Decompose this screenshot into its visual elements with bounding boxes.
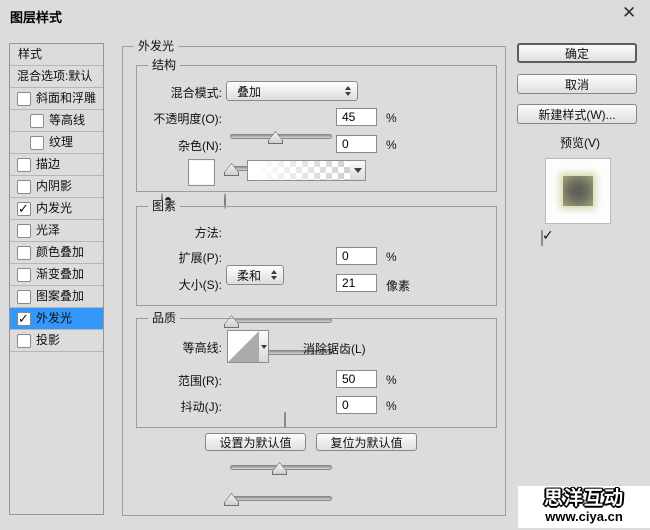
contour-picker[interactable]: [227, 330, 260, 363]
sidebar-item-bevel-emboss[interactable]: 斜面和浮雕: [10, 88, 103, 110]
watermark: 思洋互动 www.ciya.cn: [518, 486, 650, 528]
opacity-input[interactable]: [336, 108, 377, 126]
chevron-down-icon: [261, 345, 267, 349]
elements-legend: 图素: [148, 200, 180, 213]
checkbox-checked[interactable]: [17, 312, 31, 326]
gradient-dropdown-arrow[interactable]: [350, 160, 366, 181]
watermark-brand: 思洋互动: [518, 487, 650, 510]
panel-legend: 外发光: [134, 40, 178, 53]
antialias-label: 消除锯齿(L): [303, 340, 366, 357]
checkbox[interactable]: [30, 136, 44, 150]
jitter-input[interactable]: [336, 396, 377, 414]
preview-checkbox[interactable]: [541, 230, 543, 246]
layer-style-dialog: 图层样式 ✕ 样式 混合选项:默认 斜面和浮雕 等高线 纹理 描边 内阴影: [0, 0, 650, 530]
spinner-arrows-icon: [345, 86, 351, 96]
opacity-unit: %: [386, 111, 397, 125]
structure-legend: 结构: [148, 59, 180, 72]
size-input[interactable]: [336, 274, 377, 292]
sidebar-item-contour[interactable]: 等高线: [10, 110, 103, 132]
checkbox[interactable]: [17, 246, 31, 260]
sidebar-item-drop-shadow[interactable]: 投影: [10, 330, 103, 352]
sidebar-item-outer-glow[interactable]: 外发光: [10, 308, 103, 330]
jitter-label: 抖动(J):: [136, 400, 222, 414]
make-default-button[interactable]: 设置为默认值: [205, 433, 306, 451]
blend-mode-label: 混合模式:: [136, 86, 222, 100]
noise-label: 杂色(N):: [136, 139, 222, 153]
reset-default-button[interactable]: 复位为默认值: [316, 433, 417, 451]
close-icon[interactable]: ✕: [622, 3, 636, 23]
technique-select[interactable]: 柔和: [226, 265, 284, 285]
checkbox[interactable]: [17, 290, 31, 304]
styles-header: 样式: [10, 44, 103, 66]
jitter-slider[interactable]: [230, 496, 332, 501]
cancel-button[interactable]: 取消: [517, 74, 637, 94]
range-unit: %: [386, 373, 397, 387]
noise-input[interactable]: [336, 135, 377, 153]
sidebar-item-texture[interactable]: 纹理: [10, 132, 103, 154]
checkbox-checked[interactable]: [17, 202, 31, 216]
blend-mode-select[interactable]: 叠加: [226, 81, 358, 101]
size-unit: 像素: [386, 277, 410, 294]
checkbox[interactable]: [17, 224, 31, 238]
size-label: 大小(S):: [136, 278, 222, 292]
style-preview-thumbnail: [545, 158, 611, 224]
sidebar-item-color-overlay[interactable]: 颜色叠加: [10, 242, 103, 264]
checkbox[interactable]: [17, 92, 31, 106]
range-slider[interactable]: [230, 465, 332, 470]
styles-list: 样式 混合选项:默认 斜面和浮雕 等高线 纹理 描边 内阴影 内发光: [9, 43, 104, 515]
new-style-button[interactable]: 新建样式(W)...: [517, 104, 637, 124]
gradient-picker[interactable]: [247, 160, 351, 181]
technique-label: 方法:: [136, 226, 222, 240]
noise-unit: %: [386, 138, 397, 152]
spinner-arrows-icon: [271, 270, 277, 280]
spread-input[interactable]: [336, 247, 377, 265]
glow-preview-square: [563, 176, 593, 206]
chevron-down-icon: [354, 168, 362, 173]
spread-unit: %: [386, 250, 397, 264]
jitter-unit: %: [386, 399, 397, 413]
quality-legend: 品质: [148, 312, 180, 325]
checkbox[interactable]: [17, 180, 31, 194]
opacity-label: 不透明度(O):: [136, 112, 222, 126]
checkbox[interactable]: [17, 268, 31, 282]
ok-button[interactable]: 确定: [517, 43, 637, 63]
sidebar-item-inner-glow[interactable]: 内发光: [10, 198, 103, 220]
sidebar-item-blending-options[interactable]: 混合选项:默认: [10, 66, 103, 88]
range-label: 范围(R):: [136, 374, 222, 388]
contour-label: 等高线:: [136, 341, 222, 355]
sidebar-item-stroke[interactable]: 描边: [10, 154, 103, 176]
checkbox[interactable]: [17, 158, 31, 172]
watermark-url: www.ciya.cn: [518, 510, 650, 524]
opacity-slider[interactable]: [230, 134, 332, 139]
sidebar-item-satin[interactable]: 光泽: [10, 220, 103, 242]
sidebar-item-inner-shadow[interactable]: 内阴影: [10, 176, 103, 198]
checkbox[interactable]: [30, 114, 44, 128]
sidebar-item-gradient-overlay[interactable]: 渐变叠加: [10, 264, 103, 286]
sidebar-item-pattern-overlay[interactable]: 图案叠加: [10, 286, 103, 308]
spread-label: 扩展(P):: [136, 251, 222, 265]
glow-color-swatch[interactable]: [188, 159, 215, 186]
technique-value: 柔和: [237, 267, 261, 284]
preview-label: 预览(V): [560, 134, 600, 151]
dialog-title: 图层样式: [10, 7, 62, 26]
contour-dropdown-arrow[interactable]: [259, 330, 269, 363]
range-input[interactable]: [336, 370, 377, 388]
antialias-checkbox[interactable]: [284, 412, 286, 428]
blend-mode-value: 叠加: [237, 83, 261, 100]
checkbox[interactable]: [17, 334, 31, 348]
